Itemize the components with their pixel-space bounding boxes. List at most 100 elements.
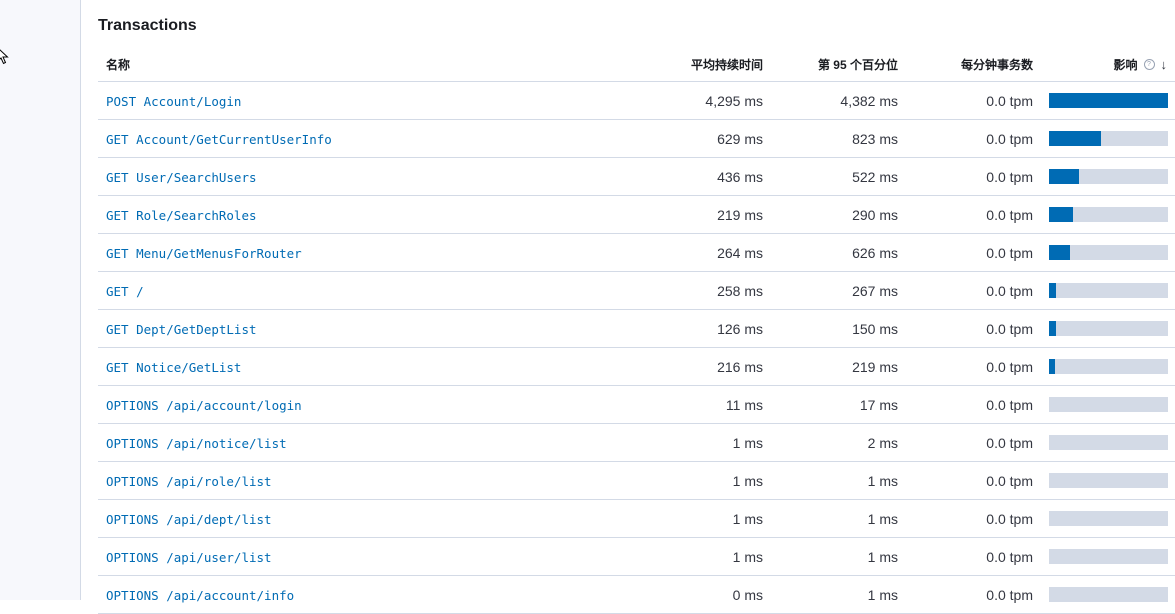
p95-cell: 4,382 ms — [840, 93, 898, 109]
transaction-link[interactable]: GET Dept/GetDeptList — [106, 322, 257, 337]
p95-cell: 150 ms — [852, 321, 898, 337]
impact-bar-fill — [1049, 169, 1079, 184]
transaction-link[interactable]: OPTIONS /api/notice/list — [106, 436, 287, 451]
help-icon[interactable]: ? — [1143, 59, 1155, 70]
column-header-tpm[interactable]: 每分钟事务数 — [961, 56, 1033, 73]
impact-bar — [1049, 245, 1168, 260]
impact-bar — [1049, 397, 1168, 412]
transaction-link[interactable]: GET Role/SearchRoles — [106, 208, 257, 223]
transaction-name-cell: POST Account/Login — [106, 93, 241, 109]
p95-cell: 1 ms — [867, 587, 898, 603]
sidebar — [0, 0, 81, 600]
transaction-name-cell: OPTIONS /api/account/login — [106, 397, 302, 413]
impact-bar-fill — [1049, 283, 1057, 298]
transaction-name-cell: GET / — [106, 283, 144, 299]
transaction-name-cell: OPTIONS /api/user/list — [106, 549, 272, 565]
tpm-cell: 0.0 tpm — [986, 397, 1033, 413]
avg-duration-cell: 1 ms — [732, 549, 763, 565]
p95-cell: 2 ms — [867, 435, 898, 451]
transaction-name-cell: GET Role/SearchRoles — [106, 207, 257, 223]
p95-cell: 267 ms — [852, 283, 898, 299]
tpm-cell: 0.0 tpm — [986, 473, 1033, 489]
column-header-name[interactable]: 名称 — [106, 56, 130, 73]
impact-bar — [1049, 511, 1168, 526]
impact-bar-fill — [1049, 359, 1055, 374]
transaction-name-cell: GET Account/GetCurrentUserInfo — [106, 131, 332, 147]
transaction-link[interactable]: OPTIONS /api/account/login — [106, 398, 302, 413]
tpm-cell: 0.0 tpm — [986, 321, 1033, 337]
table-row: OPTIONS /api/account/info 0 ms 1 ms 0.0 tpm — [98, 576, 1175, 614]
tpm-cell: 0.0 tpm — [986, 511, 1033, 527]
avg-duration-cell: 629 ms — [717, 131, 763, 147]
transaction-link[interactable]: GET / — [106, 284, 144, 299]
impact-bar — [1049, 93, 1168, 108]
table-row: GET User/SearchUsers 436 ms 522 ms 0.0 tpm — [98, 158, 1175, 196]
transaction-link[interactable]: OPTIONS /api/account/info — [106, 588, 294, 603]
transaction-name-cell: OPTIONS /api/account/info — [106, 587, 294, 603]
transaction-name-cell: GET Notice/GetList — [106, 359, 241, 375]
tpm-cell: 0.0 tpm — [986, 245, 1033, 261]
p95-cell: 1 ms — [867, 473, 898, 489]
impact-bar-fill — [1049, 207, 1073, 222]
p95-cell: 626 ms — [852, 245, 898, 261]
tpm-cell: 0.0 tpm — [986, 283, 1033, 299]
tpm-cell: 0.0 tpm — [986, 93, 1033, 109]
tpm-cell: 0.0 tpm — [986, 435, 1033, 451]
avg-duration-cell: 0 ms — [732, 587, 763, 603]
avg-duration-cell: 216 ms — [717, 359, 763, 375]
impact-bar — [1049, 169, 1168, 184]
avg-duration-cell: 1 ms — [732, 435, 763, 451]
table-row: OPTIONS /api/dept/list 1 ms 1 ms 0.0 tpm — [98, 500, 1175, 538]
transaction-link[interactable]: GET Notice/GetList — [106, 360, 241, 375]
tpm-cell: 0.0 tpm — [986, 169, 1033, 185]
p95-cell: 1 ms — [867, 511, 898, 527]
impact-bar — [1049, 435, 1168, 450]
avg-duration-cell: 126 ms — [717, 321, 763, 337]
transaction-link[interactable]: OPTIONS /api/dept/list — [106, 512, 272, 527]
column-header-avg-duration[interactable]: 平均持续时间 — [691, 56, 763, 73]
impact-bar — [1049, 131, 1168, 146]
impact-bar-fill — [1049, 245, 1071, 260]
transaction-name-cell: GET Menu/GetMenusForRouter — [106, 245, 302, 261]
avg-duration-cell: 219 ms — [717, 207, 763, 223]
transaction-link[interactable]: POST Account/Login — [106, 94, 241, 109]
transaction-link[interactable]: OPTIONS /api/user/list — [106, 550, 272, 565]
table-row: OPTIONS /api/notice/list 1 ms 2 ms 0.0 tpm — [98, 424, 1175, 462]
avg-duration-cell: 1 ms — [732, 473, 763, 489]
p95-cell: 290 ms — [852, 207, 898, 223]
tpm-cell: 0.0 tpm — [986, 207, 1033, 223]
table-row: POST Account/Login 4,295 ms 4,382 ms 0.0 tp… — [98, 82, 1175, 120]
p95-cell: 17 ms — [859, 397, 898, 413]
p95-cell: 823 ms — [852, 131, 898, 147]
table-row: GET / 258 ms 267 ms 0.0 tpm — [98, 272, 1175, 310]
table-row: OPTIONS /api/user/list 1 ms 1 ms 0.0 tpm — [98, 538, 1175, 576]
tpm-cell: 0.0 tpm — [986, 131, 1033, 147]
transaction-link[interactable]: GET Menu/GetMenusForRouter — [106, 246, 302, 261]
table-header: 名称 平均持续时间 第 95 个百分位 每分钟事务数 影响 ? ↓ — [98, 45, 1175, 82]
p95-cell: 1 ms — [867, 549, 898, 565]
transaction-name-cell: OPTIONS /api/dept/list — [106, 511, 272, 527]
mouse-cursor-icon — [0, 49, 9, 65]
table-row: GET Dept/GetDeptList 126 ms 150 ms 0.0 tpm — [98, 310, 1175, 348]
avg-duration-cell: 264 ms — [717, 245, 763, 261]
tpm-cell: 0.0 tpm — [986, 587, 1033, 603]
transaction-name-cell: OPTIONS /api/notice/list — [106, 435, 287, 451]
panel-title: Transactions — [98, 17, 197, 34]
column-header-p95[interactable]: 第 95 个百分位 — [818, 56, 898, 73]
table-row: OPTIONS /api/role/list 1 ms 1 ms 0.0 tpm — [98, 462, 1175, 500]
transaction-link[interactable]: OPTIONS /api/role/list — [106, 474, 272, 489]
transaction-name-cell: GET Dept/GetDeptList — [106, 321, 257, 337]
transaction-link[interactable]: GET Account/GetCurrentUserInfo — [106, 132, 332, 147]
transaction-name-cell: GET User/SearchUsers — [106, 169, 257, 185]
transactions-table: 名称 平均持续时间 第 95 个百分位 每分钟事务数 影响 ? ↓ POST A… — [98, 45, 1175, 614]
transaction-link[interactable]: GET User/SearchUsers — [106, 170, 257, 185]
avg-duration-cell: 11 ms — [725, 397, 763, 413]
avg-duration-cell: 4,295 ms — [705, 93, 763, 109]
p95-cell: 219 ms — [852, 359, 898, 375]
column-header-impact-label: 影响 — [1113, 58, 1138, 72]
arrow-down-icon[interactable]: ↓ — [1161, 57, 1168, 72]
table-row: GET Notice/GetList 216 ms 219 ms 0.0 tpm — [98, 348, 1175, 386]
column-header-impact[interactable]: 影响 ? ↓ — [1113, 56, 1167, 73]
table-row: GET Menu/GetMenusForRouter 264 ms 626 ms 0.… — [98, 234, 1175, 272]
table-row: GET Role/SearchRoles 219 ms 290 ms 0.0 tpm — [98, 196, 1175, 234]
